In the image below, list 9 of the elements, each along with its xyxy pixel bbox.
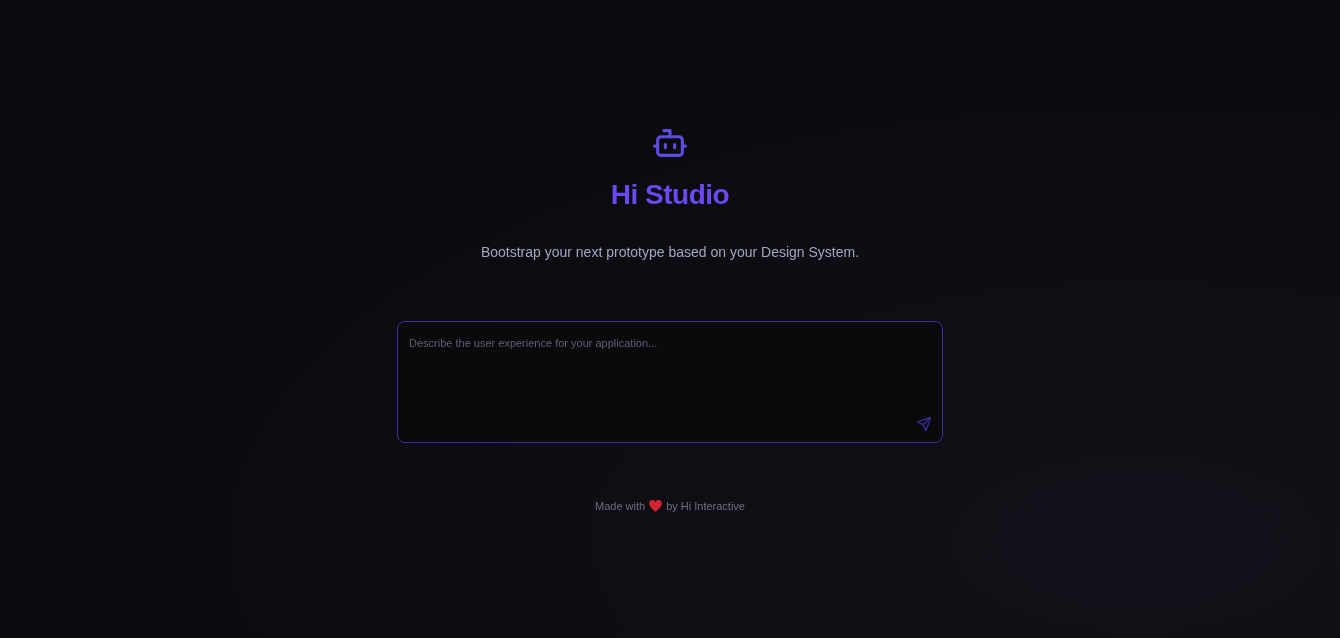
- heart-icon: [649, 500, 663, 512]
- send-button[interactable]: [915, 415, 933, 433]
- robot-icon: [653, 128, 687, 158]
- tagline: Bootstrap your next prototype based on your Design System.: [480, 243, 860, 262]
- app-title: Hi Studio: [610, 178, 730, 212]
- send-icon: [917, 417, 931, 431]
- footer-text: Made with: [595, 499, 646, 514]
- prompt-field[interactable]: Describe the user experience for your application...: [397, 321, 943, 443]
- footer-text: by Hi Interactive: [666, 499, 745, 514]
